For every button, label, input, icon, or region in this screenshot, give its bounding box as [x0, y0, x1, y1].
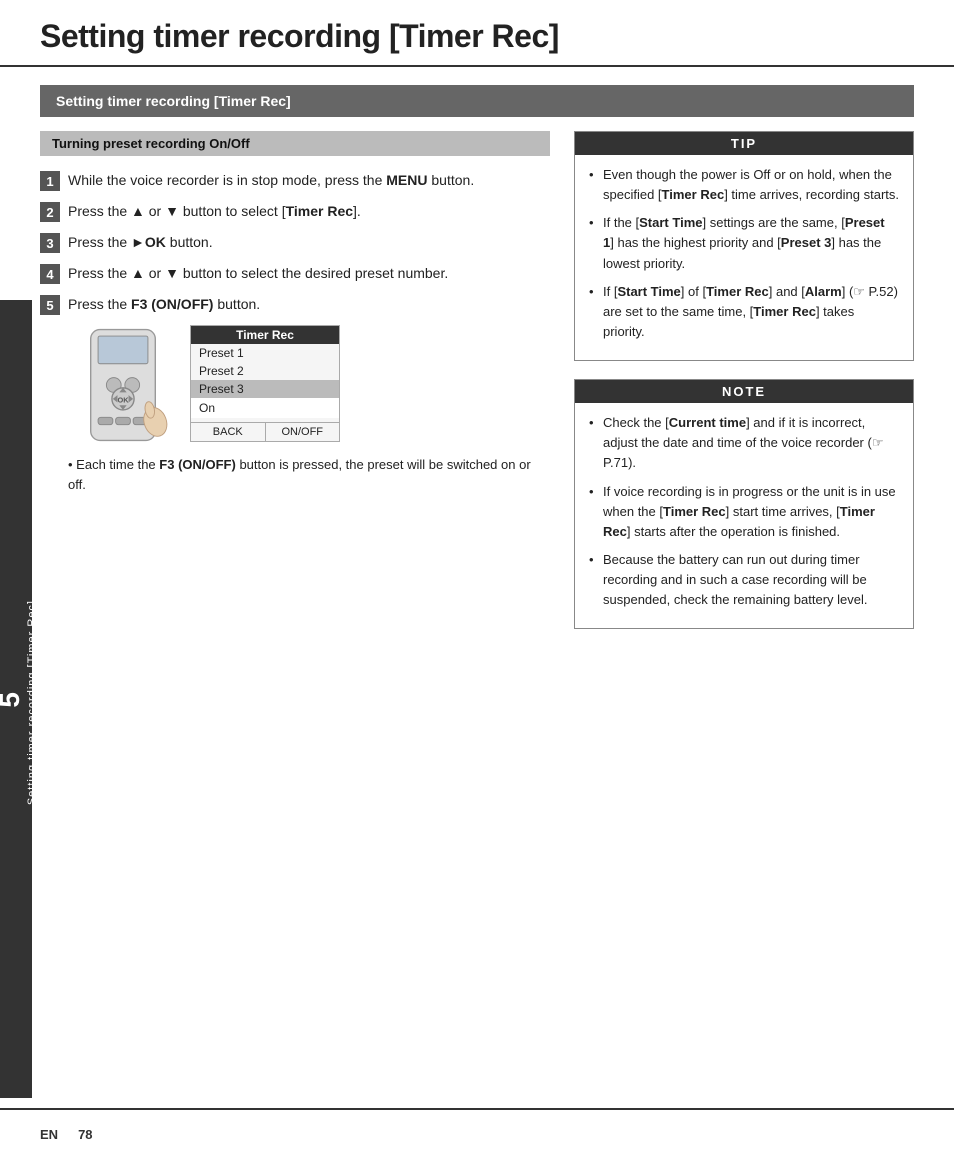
tip-item-2: If the [Start Time] settings are the sam…	[589, 213, 899, 273]
bullet-note-item: Each time the F3 (ON/OFF) button is pres…	[68, 455, 550, 494]
image-area: OK Timer Rec Preset 1 Preset 2 Preset	[68, 325, 550, 445]
step-5: 5 Press the F3 (ON/OFF) button.	[40, 294, 550, 315]
page-title-area: Setting timer recording [Timer Rec]	[0, 0, 954, 67]
step-num-2: 2	[40, 202, 60, 222]
sidebar: 5 Setting timer recording [Timer Rec]	[0, 300, 32, 1098]
screen-mockup: Timer Rec Preset 1 Preset 2 Preset 3 On …	[190, 325, 340, 442]
device-illustration: OK	[68, 325, 178, 445]
step-num-1: 1	[40, 171, 60, 191]
footer-page: 78	[78, 1127, 92, 1142]
right-column: TIP Even though the power is Off or on h…	[574, 131, 914, 647]
step-text-1: While the voice recorder is in stop mode…	[68, 170, 474, 190]
tip-item-1: Even though the power is Off or on hold,…	[589, 165, 899, 205]
step-3: 3 Press the ►OK button.	[40, 232, 550, 253]
steps-list: 1 While the voice recorder is in stop mo…	[40, 170, 550, 315]
screen-status: On	[191, 398, 339, 418]
step-num-4: 4	[40, 264, 60, 284]
tip-body: Even though the power is Off or on hold,…	[575, 155, 913, 360]
step-text-3: Press the ►OK button.	[68, 232, 213, 252]
tip-header: TIP	[575, 132, 913, 155]
screen-footer: BACK ON/OFF	[191, 422, 339, 441]
footer-lang: EN	[40, 1127, 58, 1142]
note-item-3: Because the battery can run out during t…	[589, 550, 899, 610]
bullet-note: Each time the F3 (ON/OFF) button is pres…	[68, 455, 550, 494]
subsection-header: Turning preset recording On/Off	[40, 131, 550, 156]
step-text-5: Press the F3 (ON/OFF) button.	[68, 294, 260, 314]
sidebar-label: Setting timer recording [Timer Rec]	[26, 600, 38, 805]
tip-box: TIP Even though the power is Off or on h…	[574, 131, 914, 361]
section-header: Setting timer recording [Timer Rec]	[40, 85, 914, 117]
screen-footer-onoff: ON/OFF	[266, 423, 340, 441]
step-text-4: Press the ▲ or ▼ button to select the de…	[68, 263, 448, 283]
svg-text:OK: OK	[117, 396, 129, 405]
page-footer: EN 78	[0, 1108, 954, 1158]
note-body: Check the [Current time] and if it is in…	[575, 403, 913, 628]
screen-row-3: Preset 3	[191, 380, 339, 398]
tip-item-3: If [Start Time] of [Timer Rec] and [Alar…	[589, 282, 899, 342]
sidebar-num: 5	[0, 690, 26, 708]
step-text-2: Press the ▲ or ▼ button to select [Timer…	[68, 201, 361, 221]
main-content: Turning preset recording On/Off 1 While …	[0, 131, 954, 647]
step-1: 1 While the voice recorder is in stop mo…	[40, 170, 550, 191]
screen-footer-back: BACK	[191, 423, 266, 441]
step-4: 4 Press the ▲ or ▼ button to select the …	[40, 263, 550, 284]
page-title: Setting timer recording [Timer Rec]	[40, 18, 914, 55]
note-item-1: Check the [Current time] and if it is in…	[589, 413, 899, 473]
note-header: NOTE	[575, 380, 913, 403]
screen-row-2: Preset 2	[191, 362, 339, 380]
note-box: NOTE Check the [Current time] and if it …	[574, 379, 914, 629]
step-num-5: 5	[40, 295, 60, 315]
screen-title: Timer Rec	[191, 326, 339, 344]
step-num-3: 3	[40, 233, 60, 253]
screen-row-1: Preset 1	[191, 344, 339, 362]
left-column: Turning preset recording On/Off 1 While …	[40, 131, 550, 647]
note-item-2: If voice recording is in progress or the…	[589, 482, 899, 542]
step-2: 2 Press the ▲ or ▼ button to select [Tim…	[40, 201, 550, 222]
